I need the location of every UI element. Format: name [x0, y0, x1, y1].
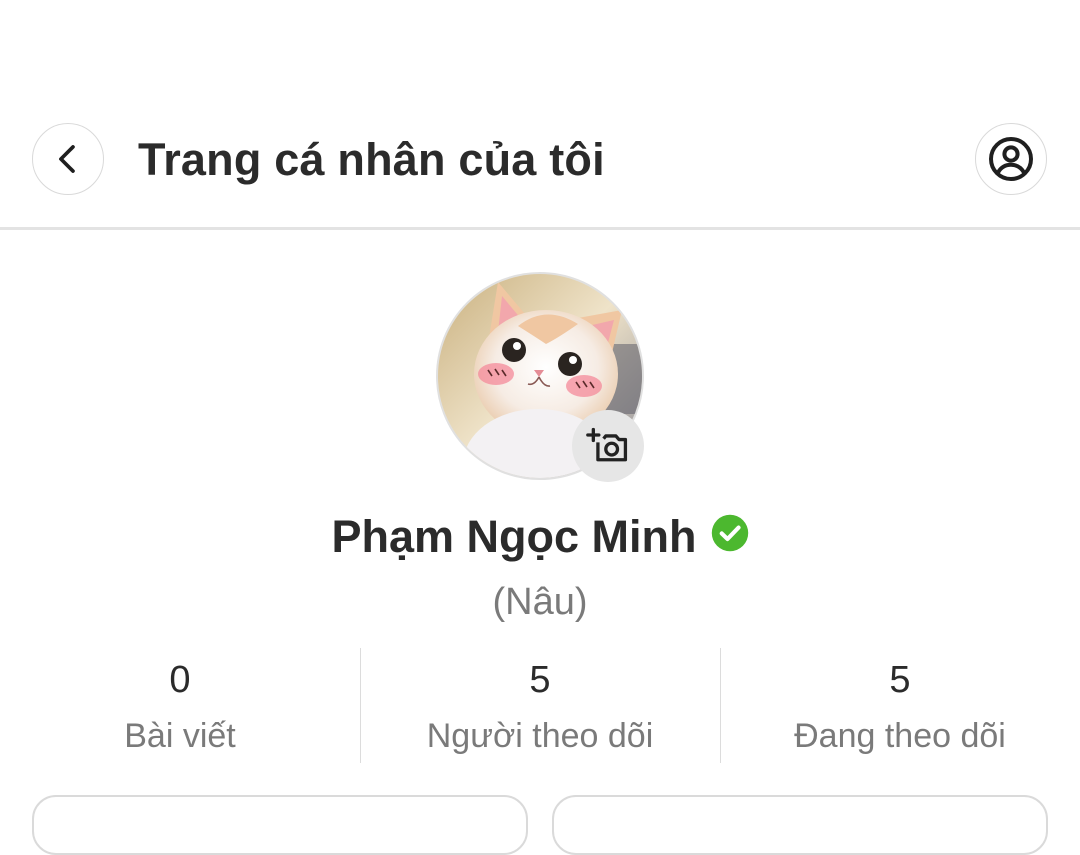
avatar-container: [436, 272, 644, 482]
header-divider: [0, 227, 1080, 230]
add-photo-camera-icon: [586, 427, 628, 462]
user-circle-icon: [989, 137, 1033, 181]
profile-stats: 0 Bài viết 5 Người theo dõi 5 Đang theo …: [0, 648, 1080, 763]
stat-following[interactable]: 5 Đang theo dõi: [720, 648, 1080, 763]
stat-label: Người theo dõi: [426, 717, 654, 755]
profile-action-button-left[interactable]: [32, 795, 528, 855]
profile-action-button-right[interactable]: [552, 795, 1048, 855]
chevron-left-icon: [59, 145, 75, 173]
stat-label: Đang theo dõi: [794, 717, 1006, 755]
stat-value: 5: [529, 659, 551, 701]
back-button[interactable]: [32, 123, 104, 195]
verified-check-icon: [711, 514, 748, 552]
top-bar: Trang cá nhân của tôi: [0, 122, 1080, 198]
profile-name-row: Phạm Ngọc Minh: [0, 508, 1080, 566]
page-title: Trang cá nhân của tôi: [138, 134, 605, 185]
stat-value: 5: [889, 659, 911, 701]
account-button[interactable]: [975, 123, 1047, 195]
change-avatar-button[interactable]: [572, 410, 644, 482]
stat-label: Bài viết: [124, 717, 236, 755]
profile-nickname: (Nâu): [492, 581, 588, 623]
stat-posts[interactable]: 0 Bài viết: [0, 648, 360, 763]
stat-followers[interactable]: 5 Người theo dõi: [360, 648, 720, 763]
stat-value: 0: [169, 659, 191, 701]
profile-name: Phạm Ngọc Minh: [331, 511, 697, 562]
